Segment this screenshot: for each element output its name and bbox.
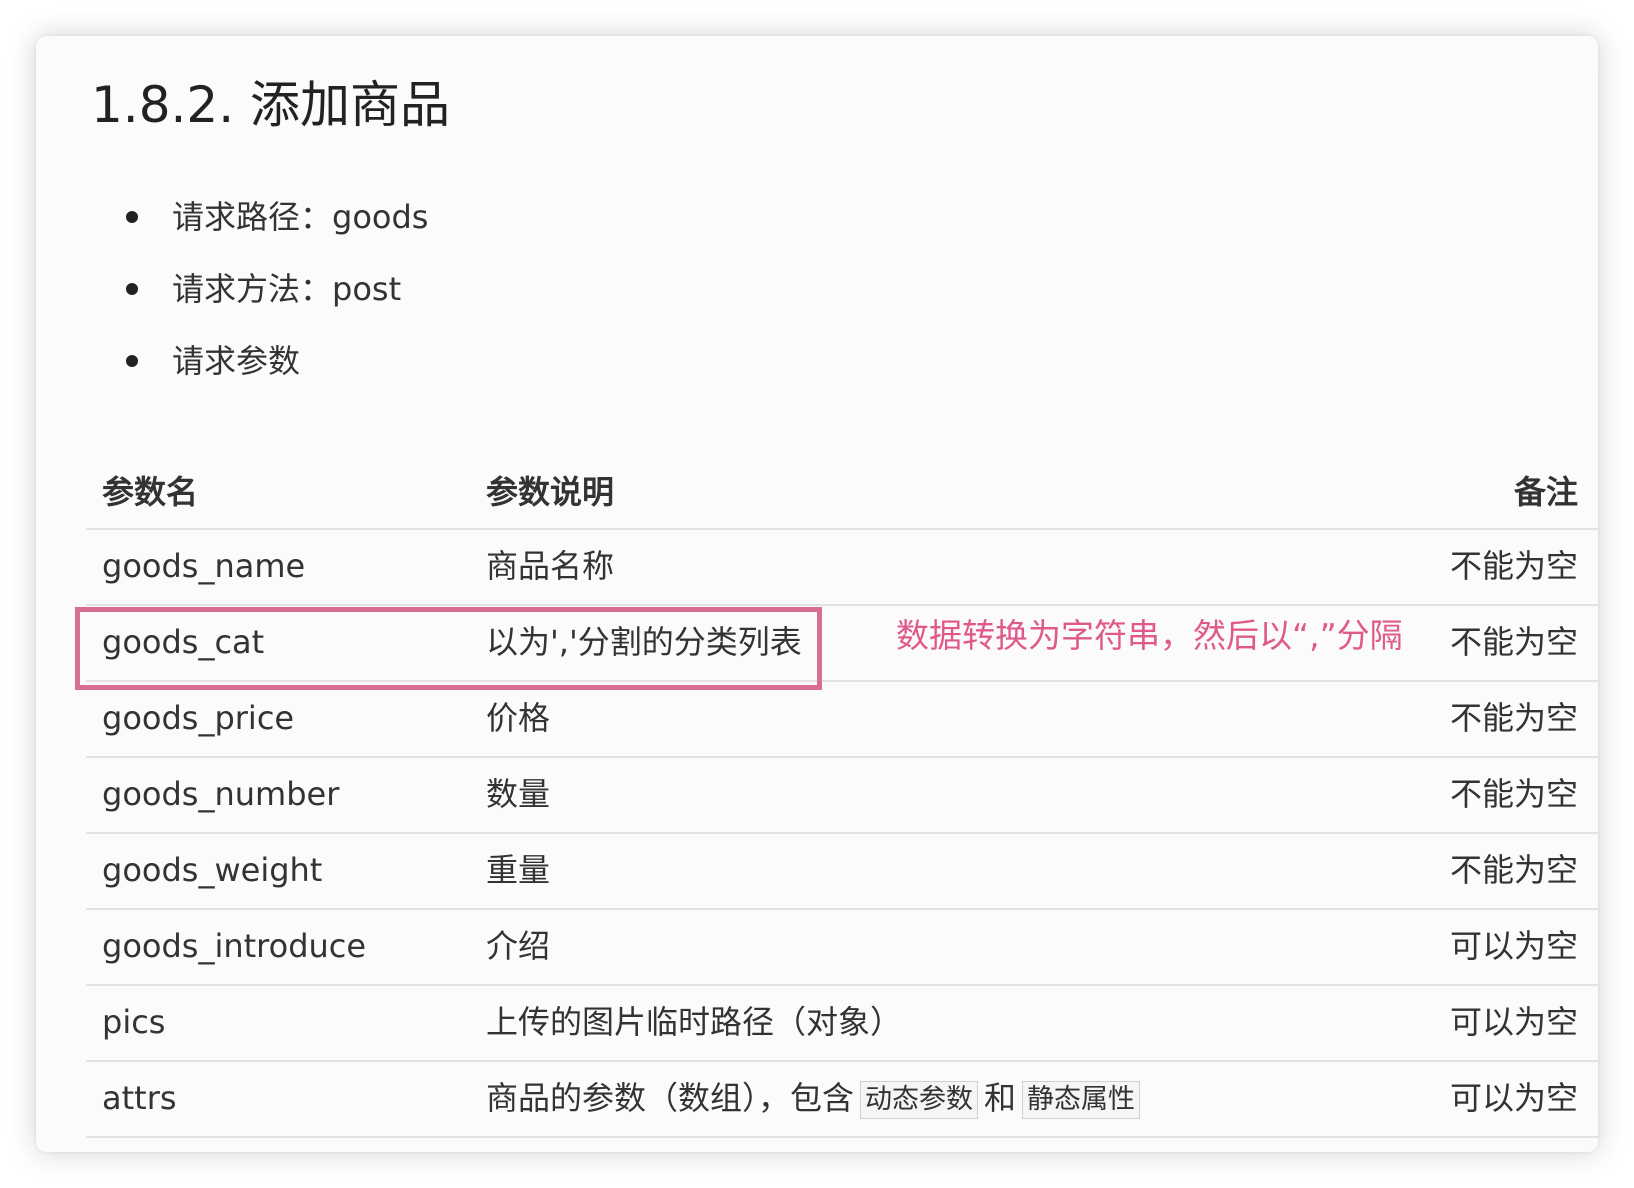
param-name: goods_price	[102, 699, 295, 737]
inline-code-tag: 动态参数	[860, 1081, 979, 1119]
param-note: 不能为空	[1449, 547, 1578, 585]
param-name: goods_number	[102, 775, 340, 813]
list-item-request-path: 请求路径：goods	[126, 188, 428, 260]
table-row: goods_number 数量 不能为空	[86, 758, 1598, 834]
param-desc-mid: 和	[984, 1079, 1017, 1117]
request-info-list: 请求路径：goods 请求方法：post 请求参数	[126, 188, 428, 404]
param-desc: 介绍	[486, 927, 551, 965]
section-title: 1.8.2. 添加商品	[91, 76, 451, 134]
document-window: 1.8.2. 添加商品 请求路径：goods 请求方法：post 请求参数 参数…	[36, 36, 1598, 1152]
param-note: 不能为空	[1449, 623, 1578, 661]
param-note: 不能为空	[1449, 699, 1578, 737]
table-row: attrs 商品的参数（数组），包含 动态参数和静态属性 可以为空	[86, 1062, 1598, 1138]
inline-code-tag: 静态属性	[1022, 1081, 1141, 1119]
table-header-row: 参数名 参数说明 备注	[86, 456, 1598, 530]
param-desc: 重量	[486, 851, 551, 889]
list-item-request-data: 请求数据	[126, 1144, 300, 1152]
param-note: 不能为空	[1449, 851, 1578, 889]
table-row: goods_name 商品名称 不能为空	[86, 530, 1598, 606]
param-desc: 数量	[486, 775, 551, 813]
highlight-box	[75, 607, 822, 690]
table-row: goods_price 价格 不能为空	[86, 682, 1598, 758]
table-row: goods_weight 重量 不能为空	[86, 834, 1598, 910]
param-desc: 商品名称	[486, 547, 615, 585]
table-row: goods_introduce 介绍 可以为空	[86, 910, 1598, 986]
params-table: 参数名 参数说明 备注 goods_name 商品名称 不能为空 goods_c…	[86, 456, 1598, 1138]
list-item-request-method: 请求方法：post	[126, 260, 428, 332]
header-param-name: 参数名	[102, 473, 199, 511]
param-desc: 价格	[486, 699, 551, 737]
param-note: 可以为空	[1449, 1003, 1578, 1041]
list-item-request-params: 请求参数	[126, 332, 428, 404]
header-note: 备注	[1513, 473, 1578, 511]
param-name: attrs	[102, 1079, 177, 1117]
param-note: 可以为空	[1449, 1079, 1578, 1117]
param-name: goods_weight	[102, 851, 323, 889]
param-name: goods_name	[102, 547, 306, 585]
param-desc-prefix: 商品的参数（数组），包含	[486, 1079, 855, 1117]
param-note: 可以为空	[1449, 927, 1578, 965]
header-param-desc: 参数说明	[486, 473, 615, 511]
param-note: 不能为空	[1449, 775, 1578, 813]
param-name: goods_introduce	[102, 927, 367, 965]
param-desc: 商品的参数（数组），包含 动态参数和静态属性	[486, 1062, 1146, 1134]
param-desc: 上传的图片临时路径（对象）	[486, 1003, 903, 1041]
param-name: pics	[102, 1003, 166, 1041]
table-row: pics 上传的图片临时路径（对象） 可以为空	[86, 986, 1598, 1062]
annotation-note: 数据转换为字符串，然后以“,”分隔	[896, 614, 1407, 658]
